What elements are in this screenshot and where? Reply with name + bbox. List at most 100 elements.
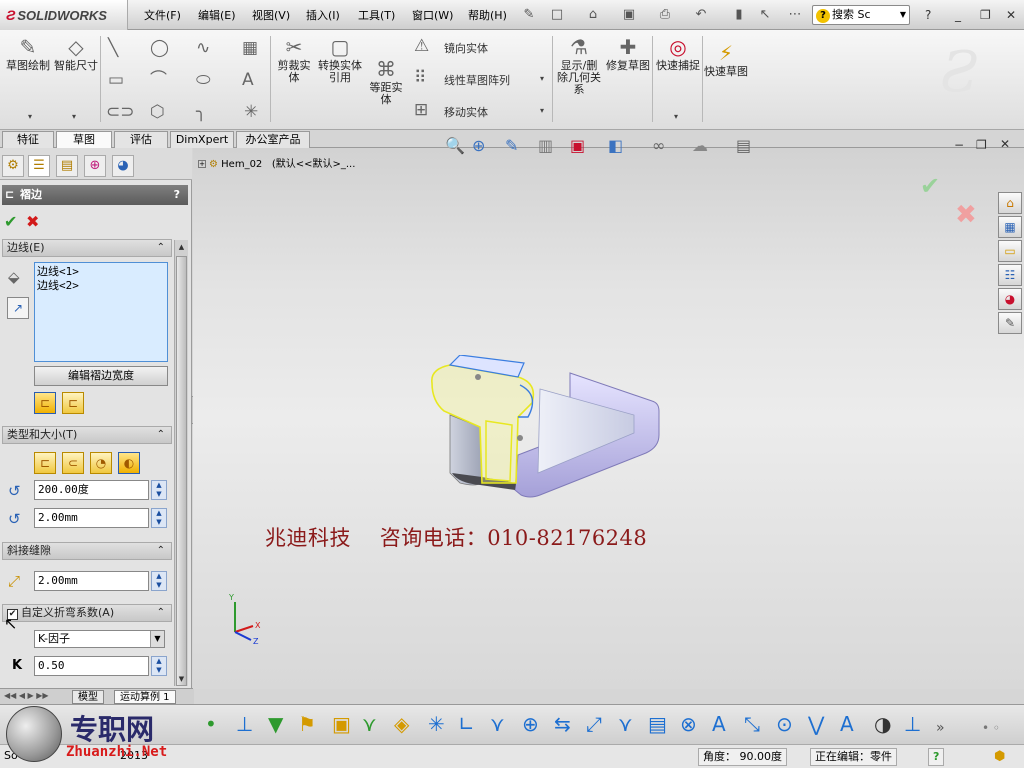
scroll-down-icon[interactable]: ▼: [176, 672, 187, 686]
vertical-relation-icon[interactable]: ⊥: [236, 713, 253, 735]
feature-tree-tab-icon[interactable]: ⚙: [2, 155, 24, 177]
linear-pattern-icon[interactable]: ⠿: [414, 68, 426, 88]
miter-gap-group-header[interactable]: 斜接缝隙 ⌃: [2, 542, 172, 560]
radius-field[interactable]: 2.00mm: [34, 508, 149, 528]
menu-edit[interactable]: 编辑(E): [198, 7, 236, 23]
viewport-minimize-icon[interactable]: −: [954, 138, 964, 152]
hem-closed-icon[interactable]: ⊏: [34, 452, 56, 474]
print-icon[interactable]: ⎙: [656, 6, 674, 24]
tab-evaluate[interactable]: 评估: [114, 131, 168, 148]
panel-scrollbar[interactable]: ▲ ▼: [174, 240, 188, 686]
display-relations-button[interactable]: ⚗ 显示/删除几何关系: [556, 36, 602, 96]
menu-view[interactable]: 视图(V): [252, 7, 290, 23]
symmetric-icon[interactable]: ◈: [394, 713, 409, 735]
k-factor-field[interactable]: 0.50: [34, 656, 149, 676]
undo-icon[interactable]: ↶: [692, 6, 710, 24]
open-file-icon[interactable]: ⌂: [584, 6, 602, 24]
arc-icon[interactable]: ⌒: [150, 70, 167, 90]
angle-stepper[interactable]: ▲ ▼: [151, 480, 167, 500]
menu-window[interactable]: 窗口(W): [412, 7, 453, 23]
hem-open-icon[interactable]: ⊂: [62, 452, 84, 474]
expand-icon[interactable]: +: [198, 160, 206, 168]
offset-entities-button[interactable]: ⌘ 等距实体: [366, 58, 406, 106]
custom-properties-icon[interactable]: ✎: [998, 312, 1022, 334]
design-library-icon[interactable]: ▦: [998, 216, 1022, 238]
edges-group-header[interactable]: 边线(E) ⌃: [2, 239, 172, 257]
k-factor-stepper[interactable]: ▲ ▼: [151, 656, 167, 676]
linear-pattern-label[interactable]: 线性草图阵列: [444, 72, 510, 88]
chevron-down-icon[interactable]: ▾: [540, 106, 544, 115]
repair-sketch-button[interactable]: ✚ 修复草图: [606, 36, 650, 72]
annotation-icon[interactable]: A: [840, 713, 854, 735]
concentric-icon[interactable]: ⊕: [522, 713, 539, 735]
type-size-group-header[interactable]: 类型和大小(T) ⌃: [2, 426, 172, 444]
zoom-to-area-icon[interactable]: ⊕: [472, 136, 485, 155]
collapse-icon[interactable]: ⌃: [157, 605, 165, 621]
horizontal-icon[interactable]: ⋎: [618, 713, 633, 735]
display-style-icon[interactable]: ◧: [608, 136, 623, 155]
tab-dimxpert[interactable]: DimXpert: [170, 131, 234, 148]
hide-show-items-icon[interactable]: ∞: [652, 136, 665, 155]
toolbar-options-icon[interactable]: • ◦: [982, 717, 1000, 739]
appearances-icon[interactable]: ◕: [998, 288, 1022, 310]
view-palette-icon[interactable]: ☷: [998, 264, 1022, 286]
fix-icon[interactable]: ⚑: [298, 713, 316, 735]
smart-dimension-button[interactable]: ◇ 智能尺寸: [54, 36, 98, 72]
fillet-icon[interactable]: ╮: [196, 102, 206, 122]
previous-view-icon[interactable]: ✎: [505, 136, 518, 155]
close-icon[interactable]: ✕: [1006, 8, 1016, 22]
list-item[interactable]: 边线<1>: [37, 265, 165, 279]
text-icon[interactable]: A: [242, 70, 254, 90]
tab-sketch[interactable]: 草图: [56, 131, 112, 148]
tab-office-products[interactable]: 办公室产品: [236, 131, 310, 148]
circle-icon[interactable]: ◯: [150, 38, 169, 58]
note-icon[interactable]: A: [712, 713, 726, 735]
line-icon[interactable]: ╲: [108, 38, 118, 58]
more-tools-icon[interactable]: »: [936, 717, 945, 739]
chevron-down-icon[interactable]: ▼: [900, 6, 906, 24]
restore-icon[interactable]: ❐: [980, 8, 991, 22]
minimize-icon[interactable]: _: [955, 8, 961, 22]
slot-icon[interactable]: ⊂⊃: [106, 102, 135, 122]
trim-entities-button[interactable]: ✂ 剪裁实体: [274, 36, 314, 84]
rectangle-icon[interactable]: ▭: [108, 70, 124, 90]
new-file-icon[interactable]: □: [548, 6, 566, 24]
insert-line-icon[interactable]: ⊥: [904, 713, 921, 735]
parallel-icon[interactable]: ⤢: [586, 713, 602, 735]
pin-icon[interactable]: ✎: [520, 6, 538, 24]
section-view-icon[interactable]: ▥: [538, 136, 553, 155]
angle-field[interactable]: 200.00度: [34, 480, 149, 500]
spline-icon[interactable]: ∿: [196, 38, 210, 58]
home-icon[interactable]: ⌂: [998, 192, 1022, 214]
mirror-icon[interactable]: ⚠: [414, 36, 429, 56]
chevron-down-icon[interactable]: ▾: [540, 74, 544, 83]
tab-features[interactable]: 特征: [2, 131, 54, 148]
coincident-icon[interactable]: ▼: [268, 713, 283, 735]
bend-outside-icon[interactable]: ⊏: [62, 392, 84, 414]
status-help-button[interactable]: ?: [928, 748, 945, 766]
miter-gap-field[interactable]: 2.00mm: [34, 571, 149, 591]
view-settings-icon[interactable]: ▤: [736, 136, 751, 155]
move-icon[interactable]: ⊞: [414, 100, 428, 120]
tab-nav-arrows-icon[interactable]: ◀◀ ◀ ▶ ▶▶: [4, 691, 49, 700]
file-explorer-icon[interactable]: ▭: [998, 240, 1022, 262]
confirm-cancel-icon[interactable]: ✖: [955, 200, 977, 230]
chevron-down-icon[interactable]: ▾: [72, 112, 76, 121]
solidworks-logo[interactable]: Ƨ SOLIDWORKS: [0, 0, 128, 30]
material-inside-icon[interactable]: ⊏: [34, 392, 56, 414]
sheet-metal-part[interactable]: [420, 355, 665, 505]
polygon-icon[interactable]: ⬡: [150, 102, 165, 122]
search-input[interactable]: 搜索 Sc: [832, 8, 871, 21]
chevron-down-icon[interactable]: ▾: [674, 112, 678, 121]
options-icon[interactable]: ⋯: [786, 6, 804, 24]
collinear-icon[interactable]: ⋎: [490, 713, 505, 735]
configuration-tab-icon[interactable]: ▤: [56, 155, 78, 177]
dimension-icon[interactable]: ▤: [648, 713, 667, 735]
bend-allowance-type-select[interactable]: K-因子 ▼: [34, 630, 165, 648]
edges-list[interactable]: 边线<1> 边线<2>: [34, 262, 168, 362]
help-button[interactable]: ?: [925, 8, 931, 22]
search-box[interactable]: ? 搜索 Sc ▼: [812, 5, 910, 25]
rebuild-icon[interactable]: ▮: [730, 6, 748, 24]
zoom-to-fit-icon[interactable]: 🔍: [445, 136, 465, 155]
tab-model[interactable]: 模型: [72, 690, 104, 704]
